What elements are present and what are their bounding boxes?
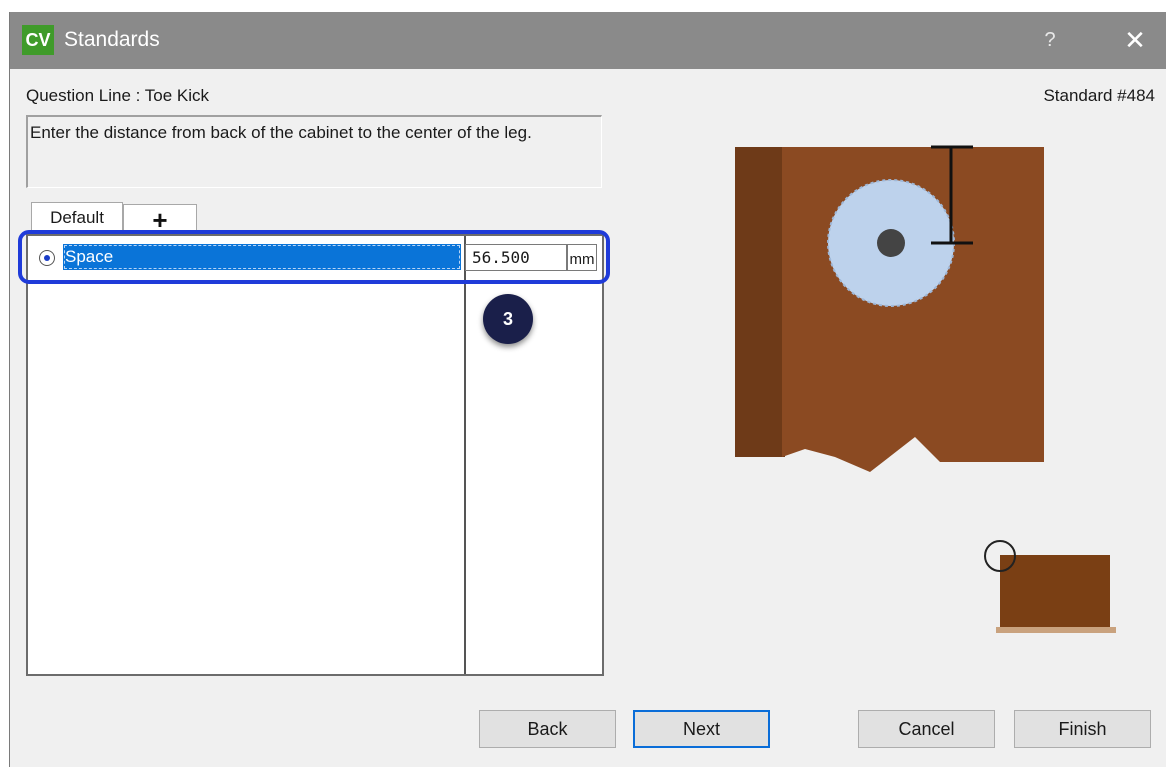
help-icon[interactable]: ? bbox=[1030, 24, 1070, 56]
leg-center-dot bbox=[877, 229, 905, 257]
question-line-label: Question Line : Toe Kick bbox=[26, 86, 210, 105]
back-button[interactable]: Back bbox=[479, 710, 616, 748]
mini-cabinet bbox=[1000, 555, 1110, 627]
mini-view-diagram bbox=[984, 540, 1116, 633]
close-icon[interactable]: ✕ bbox=[1115, 24, 1155, 56]
next-button[interactable]: Next bbox=[633, 710, 770, 748]
description-text: Enter the distance from back of the cabi… bbox=[30, 123, 532, 142]
app-logo-icon: CV bbox=[22, 25, 54, 55]
cabinet-side-panel bbox=[735, 147, 785, 457]
step-callout-badge: 3 bbox=[483, 294, 533, 344]
standard-number: Standard #484 bbox=[1043, 86, 1155, 105]
description-box: Enter the distance from back of the cabi… bbox=[26, 115, 602, 188]
finish-button[interactable]: Finish bbox=[1014, 710, 1151, 748]
title-bar[interactable]: CV Standards ? ✕ bbox=[10, 12, 1166, 69]
add-tab-icon[interactable]: + bbox=[123, 204, 197, 235]
mini-floor-line bbox=[996, 627, 1116, 633]
window-title: Standards bbox=[64, 28, 160, 51]
grid-column-divider bbox=[464, 236, 466, 674]
standards-dialog: CV Standards ? ✕ Question Line : Toe Kic… bbox=[9, 12, 1166, 767]
toe-kick-diagram bbox=[735, 145, 1044, 472]
cancel-button[interactable]: Cancel bbox=[858, 710, 995, 748]
row-highlight-outline bbox=[18, 230, 610, 284]
